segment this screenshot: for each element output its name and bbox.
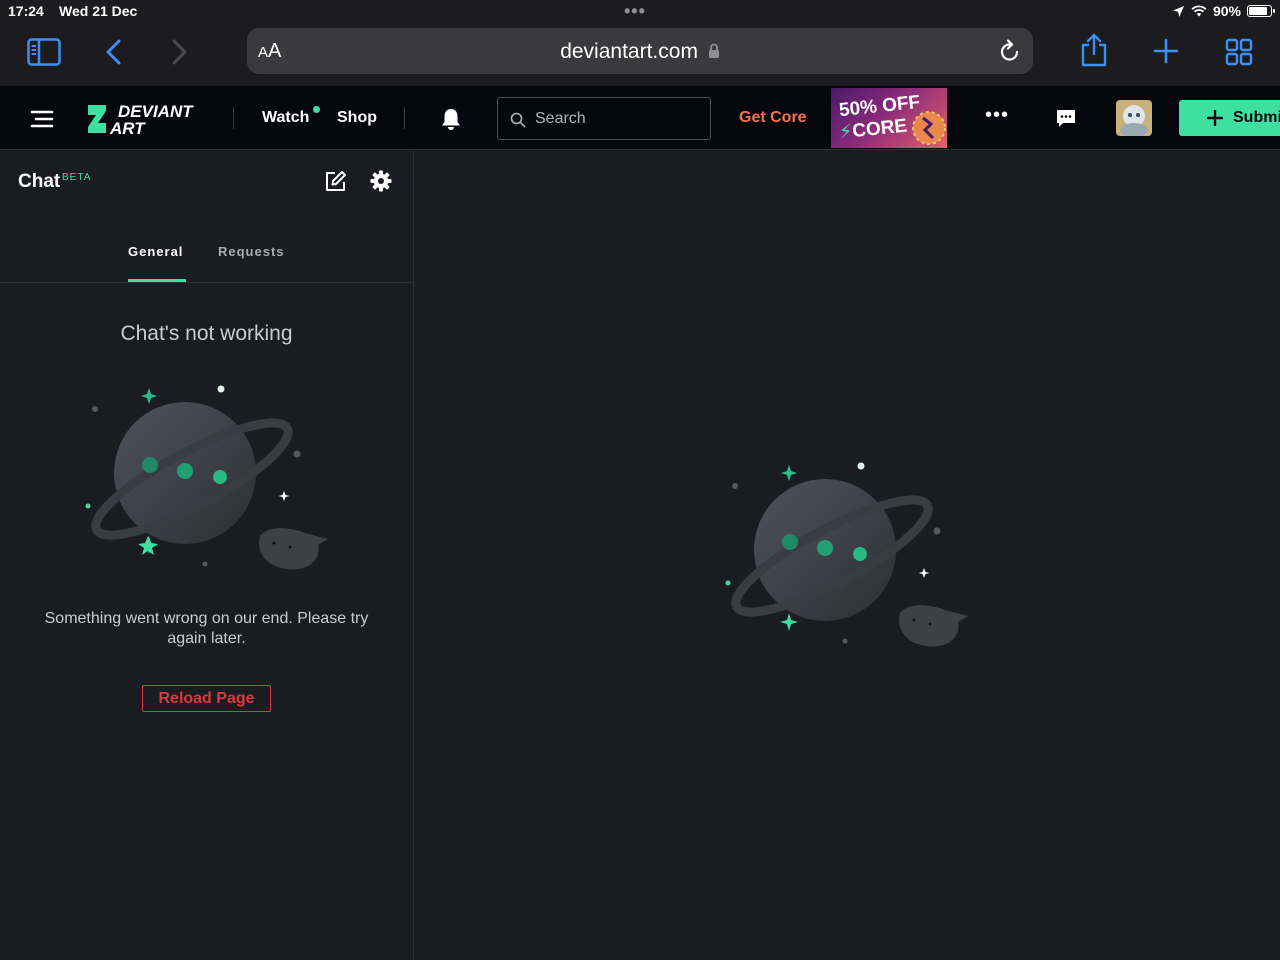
core-promo-banner[interactable]: 50% OFF ⚡CORE (831, 88, 947, 148)
share-icon[interactable] (1080, 33, 1108, 67)
new-tab-icon[interactable] (1153, 38, 1179, 64)
forward-icon[interactable] (169, 38, 189, 66)
location-icon (1172, 5, 1184, 17)
disco-ball-icon (912, 111, 946, 145)
address-bar[interactable]: AA deviantart.com (247, 28, 1033, 74)
tab-general[interactable]: General (128, 244, 183, 259)
search-input[interactable]: Search (497, 97, 711, 140)
sidebar-toggle-icon[interactable] (27, 38, 61, 66)
nav-watch[interactable]: Watch (262, 109, 309, 127)
submit-label: Submi (1233, 109, 1280, 126)
battery-percent: 90% (1212, 3, 1241, 19)
get-core-link[interactable]: Get Core (739, 109, 807, 127)
url-display[interactable]: deviantart.com (247, 40, 1033, 64)
active-tab-indicator (128, 279, 186, 282)
multitasking-dots-icon[interactable]: ••• (624, 1, 646, 22)
svg-text:ART: ART (109, 119, 146, 137)
tab-overview-icon[interactable] (1225, 38, 1253, 66)
nav-shop[interactable]: Shop (337, 109, 377, 127)
chat-icon[interactable] (1055, 107, 1077, 129)
chat-sidebar: Chat BETA General Requests Chat's not wo… (0, 151, 414, 960)
submit-button[interactable]: Submi (1179, 100, 1280, 136)
settings-gear-icon[interactable] (370, 170, 392, 192)
beta-badge: BETA (62, 172, 92, 183)
battery-icon (1247, 5, 1275, 17)
status-date: Wed 21 Dec (59, 3, 138, 19)
search-icon (510, 112, 526, 128)
deviantart-logo[interactable]: DEVIANT ART (86, 101, 208, 137)
main-content (415, 151, 1280, 960)
chat-title: Chat (18, 171, 61, 192)
tab-requests[interactable]: Requests (218, 244, 285, 259)
chat-tabs: General Requests (0, 231, 413, 283)
reload-icon[interactable] (999, 39, 1021, 63)
site-header: DEVIANT ART Watch Shop Search Get Core 5… (0, 86, 1280, 150)
user-avatar[interactable] (1116, 100, 1152, 136)
menu-icon[interactable] (30, 109, 54, 129)
more-options-icon[interactable]: ••• (985, 104, 1009, 127)
reload-page-button[interactable]: Reload Page (142, 685, 271, 712)
header-divider (233, 107, 234, 129)
chat-error-message: Something went wrong on our end. Please … (44, 610, 369, 647)
ios-status-bar: 17:24 Wed 21 Dec ••• 90% (0, 0, 1280, 24)
search-placeholder: Search (535, 110, 586, 127)
compose-icon[interactable] (324, 170, 347, 193)
planet-illustration (85, 385, 328, 570)
status-time: 17:24 (8, 3, 44, 19)
bell-icon[interactable] (440, 107, 462, 131)
back-icon[interactable] (104, 38, 124, 66)
planet-illustration-large (725, 462, 968, 647)
chat-error-title: Chat's not working (120, 322, 293, 345)
header-divider (404, 107, 405, 129)
browser-toolbar: AA deviantart.com (0, 24, 1280, 86)
wifi-icon (1191, 5, 1207, 17)
watch-notification-dot (313, 106, 320, 113)
lock-icon (708, 43, 719, 58)
plus-icon (1207, 110, 1223, 126)
